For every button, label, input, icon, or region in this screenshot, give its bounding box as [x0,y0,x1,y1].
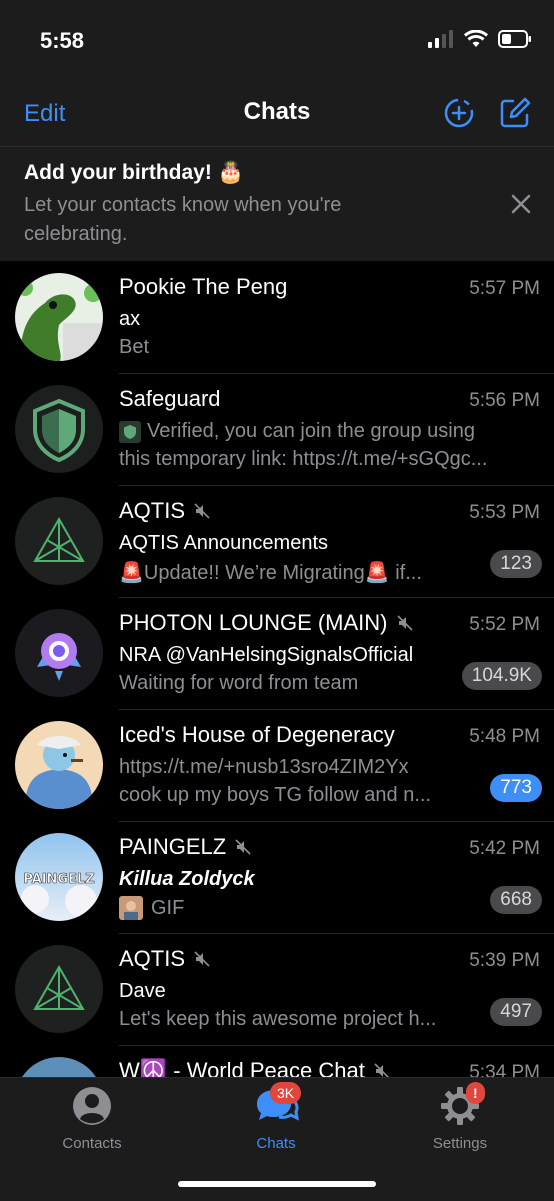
gif-thumbnail-icon [119,896,143,920]
chat-preview-line: Waiting for word from team [119,672,359,694]
unread-badge: 104.9K [461,662,542,690]
close-icon[interactable] [510,193,532,215]
unread-badge: 773 [490,774,542,802]
chat-time: 5:48 PM [469,726,540,747]
chat-row-aqtis[interactable]: AQTIS 5:53 PM AQTIS Announcements 🚨Updat… [0,486,554,598]
status-time: 5:58 [40,28,85,53]
chat-preview-line: AQTIS Announcements [119,532,329,554]
verified-shield-icon [119,420,141,443]
chat-row-pookie-the-peng[interactable]: Pookie The Peng 5:57 PM ax Bet [0,262,554,374]
tab-label: Chats [256,1135,296,1152]
chat-name: AQTIS [119,946,186,971]
avatar [15,721,103,809]
chat-time: 5:52 PM [469,614,540,635]
battery-icon [498,30,531,48]
avatar [15,385,103,473]
muted-icon [194,951,210,967]
chat-row-world-peace-chat[interactable]: W☮️ - World Peace Chat 5:34 PM [0,1046,554,1077]
status-bar: 5:58 [0,0,554,78]
chat-time: 5:39 PM [469,950,540,971]
chat-preview-line: cook up my boys TG follow and n... [119,784,432,806]
chat-preview-line: Verified, you can join the group using [119,420,539,443]
chat-time: 5:34 PM [469,1062,540,1077]
compose-icon[interactable] [498,96,532,130]
banner-title: Add your birthday! 🎂 [24,161,244,184]
muted-icon [235,839,251,855]
chat-time: 5:57 PM [469,278,540,299]
chat-preview-line: ax [119,308,141,330]
chat-preview-line: Dave [119,980,166,1002]
avatar [15,609,103,697]
chat-row-aqtis-2[interactable]: AQTIS 5:39 PM Dave Let's keep this aweso… [0,934,554,1046]
chat-name: W☮️ - World Peace Chat [119,1058,365,1077]
banner-subtitle: Let your contacts know when you're celeb… [24,194,342,245]
signal-icon [428,30,453,48]
person-circle-icon [73,1087,111,1125]
unread-badge: 123 [490,550,542,578]
chat-preview-line: Let's keep this awesome project h... [119,1008,437,1030]
avatar [15,497,103,585]
tab-label: Settings [432,1135,488,1152]
wifi-icon [464,30,488,47]
nav-bar: Edit Chats [0,78,554,147]
chat-preview-line: this temporary link: https://t.me/+sGQgc… [119,448,488,470]
chat-sender-name: Killua Zoldyck [119,868,255,890]
new-story-icon[interactable] [442,96,476,130]
avatar-logo-text: PAINGELZ [23,872,94,887]
tab-chats[interactable]: Chats 3K [206,1082,346,1152]
muted-icon [194,503,210,519]
birthday-banner[interactable]: Add your birthday! 🎂 Let your contacts k… [0,147,554,261]
chat-name: PAINGELZ [119,834,227,859]
muted-icon [396,615,413,631]
tab-badge: ! [466,1082,485,1104]
avatar: PAINGELZ [15,833,103,921]
status-icons [428,30,532,48]
chat-preview-line: GIF [119,896,459,920]
chat-time: 5:42 PM [469,838,540,859]
unread-badge: 497 [490,998,542,1026]
chat-time: 5:53 PM [469,502,540,523]
chat-preview-line: 🚨Update!! We’re Migrating🚨 if... [119,562,422,584]
unread-badge: 668 [490,886,542,914]
tab-contacts[interactable]: Contacts [22,1086,162,1152]
chat-name: Pookie The Peng [119,274,288,299]
chat-row-paingelz[interactable]: PAINGELZ PAINGELZ 5:42 PM Killua Zoldyck… [0,822,554,934]
chat-name: Safeguard [119,386,221,411]
avatar [15,945,103,1033]
chat-time: 5:56 PM [469,390,540,411]
chat-name: Iced's House of Degeneracy [119,722,395,747]
avatar [15,273,103,361]
chat-list[interactable]: Pookie The Peng 5:57 PM ax Bet Safeguard… [0,262,554,1077]
home-indicator [178,1181,376,1187]
chat-row-safeguard[interactable]: Safeguard 5:56 PM Verified, you can join… [0,374,554,486]
chat-name: AQTIS [119,498,186,523]
tab-label: Contacts [62,1135,122,1152]
chat-preview-line: Bet [119,336,150,358]
tab-settings[interactable]: Settings ! [390,1082,530,1152]
avatar [15,1057,103,1077]
muted-icon [374,1063,389,1077]
tab-badge: 3K [270,1082,302,1104]
chat-row-photon-lounge[interactable]: PHOTON LOUNGE (MAIN) 5:52 PM NRA @VanHel… [0,598,554,710]
chat-name: PHOTON LOUNGE (MAIN) [119,610,388,635]
chat-row-iceds-house[interactable]: Iced's House of Degeneracy 5:48 PM https… [0,710,554,822]
chat-preview-line: NRA @VanHelsingSignalsOfficial [119,644,414,666]
chat-preview-line: https://t.me/+nusb13sro4ZIM2Yx [119,756,409,778]
